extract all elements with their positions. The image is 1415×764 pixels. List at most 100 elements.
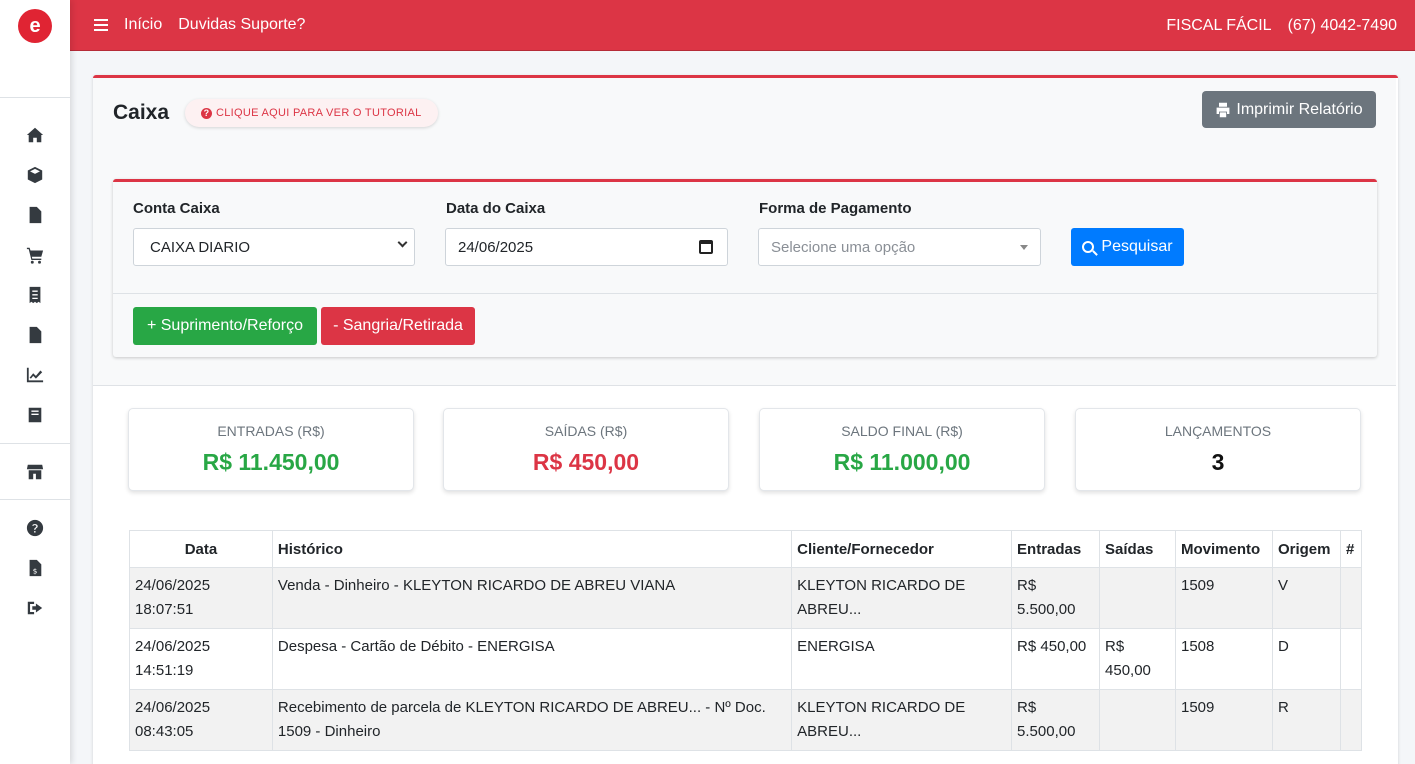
cell-time: 14:51:19 bbox=[135, 662, 194, 679]
cell-saidas-line1: R$ bbox=[1105, 638, 1125, 655]
search-icon bbox=[1082, 241, 1095, 253]
menu-toggle-icon[interactable] bbox=[94, 19, 108, 31]
stat-value: R$ 11.450,00 bbox=[202, 449, 340, 475]
sidebar-item-invoices[interactable] bbox=[0, 315, 70, 355]
conta-caixa-value: CAIXA DIARIO bbox=[150, 238, 251, 256]
book-icon bbox=[28, 407, 42, 423]
filter-divider bbox=[113, 293, 1377, 294]
stat-label: ENTRADAS (R$) bbox=[217, 423, 325, 439]
store-icon bbox=[26, 464, 44, 480]
conta-caixa-label: Conta Caixa bbox=[133, 200, 220, 217]
cell-cliente: KLEYTON RICARDO DE ABREU... bbox=[791, 567, 1013, 629]
cell-origem: D bbox=[1271, 628, 1341, 690]
data-caixa-input[interactable]: 24/06/2025 bbox=[445, 228, 728, 266]
sidebar-item-billing[interactable]: $ bbox=[0, 548, 70, 588]
print-report-button[interactable]: Imprimir Relatório bbox=[1202, 91, 1376, 128]
tutorial-label: CLIQUE AQUI PARA VER O TUTORIAL bbox=[216, 107, 422, 119]
forma-pagamento-select[interactable]: Selecione uma opção bbox=[758, 228, 1041, 266]
cell-date: 24/06/2025 bbox=[135, 577, 211, 594]
stat-label: SALDO FINAL (R$) bbox=[841, 423, 963, 439]
suprimento-button[interactable]: + Suprimento/Reforço bbox=[133, 307, 317, 345]
cell-entradas: R$ 5.500,00 bbox=[1011, 689, 1101, 751]
receipt-icon bbox=[29, 286, 41, 304]
column-header-cliente[interactable]: Cliente/Fornecedor bbox=[791, 530, 1013, 568]
search-button[interactable]: Pesquisar bbox=[1071, 228, 1184, 266]
table-header-row: Data Histórico Cliente/Fornecedor Entrad… bbox=[129, 530, 1363, 568]
cell-historico-line1: Recebimento de parcela de KLEYTON RICARD… bbox=[277, 699, 766, 716]
cart-icon bbox=[26, 247, 44, 264]
sidebar-item-books[interactable] bbox=[0, 395, 70, 435]
column-header-movimento[interactable]: Movimento bbox=[1174, 530, 1273, 568]
table-row[interactable]: 24/06/2025 14:51:19 Despesa - Cartão de D… bbox=[129, 628, 1363, 690]
conta-caixa-select[interactable]: CAIXA DIARIO bbox=[133, 228, 415, 266]
print-icon bbox=[1216, 102, 1230, 117]
cell-movimento: 1508 bbox=[1174, 628, 1273, 690]
document-icon bbox=[29, 326, 42, 344]
cell-actions bbox=[1339, 567, 1363, 629]
column-header-actions: # bbox=[1339, 530, 1363, 568]
column-header-origem[interactable]: Origem bbox=[1271, 530, 1341, 568]
stat-label: SAÍDAS (R$) bbox=[544, 423, 628, 439]
column-header-historico[interactable]: Histórico bbox=[271, 530, 793, 568]
nav-link-inicio[interactable]: Início bbox=[124, 16, 162, 34]
sidebar-item-store[interactable] bbox=[0, 452, 70, 492]
sidebar: e $ bbox=[0, 0, 70, 764]
cell-saidas bbox=[1099, 689, 1176, 751]
cell-historico-line1: Venda - Dinheiro - KLEYTON RICARDO DE AB… bbox=[277, 577, 676, 594]
calendar-icon[interactable] bbox=[699, 240, 713, 254]
sidebar-item-home[interactable] bbox=[0, 115, 70, 155]
cell-origem: R bbox=[1271, 689, 1341, 751]
cell-origem: V bbox=[1271, 567, 1341, 629]
support-phone: (67) 4042-7490 bbox=[1287, 16, 1397, 34]
sidebar-item-sales[interactable] bbox=[0, 235, 70, 275]
sidebar-item-help[interactable] bbox=[0, 508, 70, 548]
column-header-entradas[interactable]: Entradas bbox=[1011, 530, 1101, 568]
stat-card-entradas: ENTRADAS (R$) R$ 11.450,00 bbox=[128, 408, 414, 491]
cell-data: 24/06/2025 08:43:05 bbox=[129, 689, 273, 751]
forma-pagamento-label: Forma de Pagamento bbox=[759, 200, 912, 217]
cell-date: 24/06/2025 bbox=[135, 638, 211, 655]
app-logo[interactable]: e bbox=[0, 0, 70, 52]
home-icon bbox=[26, 127, 44, 143]
table-row[interactable]: 24/06/2025 08:43:05 Recebimento de parcel… bbox=[129, 689, 1363, 751]
cell-saidas bbox=[1099, 567, 1176, 629]
cell-historico: Recebimento de parcela de KLEYTON RICARD… bbox=[271, 689, 793, 751]
sidebar-item-receipts[interactable] bbox=[0, 275, 70, 315]
sidebar-item-products[interactable] bbox=[0, 155, 70, 195]
search-label: Pesquisar bbox=[1101, 238, 1173, 255]
chevron-down-icon bbox=[397, 237, 408, 248]
stat-value: R$ 450,00 bbox=[532, 449, 640, 475]
page-title: Caixa bbox=[113, 101, 170, 124]
top-navbar: Início Duvidas Suporte? FISCAL FÁCIL (67… bbox=[70, 0, 1415, 51]
sidebar-item-documents[interactable] bbox=[0, 195, 70, 235]
table-row[interactable]: 24/06/2025 18:07:51 Venda - Dinheiro - KL… bbox=[129, 567, 1363, 629]
data-caixa-label: Data do Caixa bbox=[446, 200, 546, 217]
question-circle-icon: ? bbox=[201, 107, 212, 119]
cell-entradas: R$ 450,00 bbox=[1011, 628, 1101, 690]
cell-cliente-line2: ABREU... bbox=[797, 723, 862, 740]
cell-historico: Venda - Dinheiro - KLEYTON RICARDO DE AB… bbox=[271, 567, 793, 629]
data-caixa-value: 24/06/2025 bbox=[458, 238, 534, 256]
invoice-icon: $ bbox=[29, 559, 42, 577]
caixa-table: Data Histórico Cliente/Fornecedor Entrad… bbox=[129, 530, 1363, 751]
svg-text:$: $ bbox=[33, 566, 38, 575]
sidebar-item-logout[interactable] bbox=[0, 588, 70, 628]
cell-date: 24/06/2025 bbox=[135, 699, 211, 716]
forma-pagamento-placeholder: Selecione uma opção bbox=[771, 238, 916, 256]
stat-value: R$ 11.000,00 bbox=[833, 449, 971, 475]
cell-entradas-line1: R$ 450,00 bbox=[1017, 638, 1087, 655]
cell-cliente: ENERGISA bbox=[791, 628, 1013, 690]
sangria-button[interactable]: - Sangria/Retirada bbox=[321, 307, 475, 345]
tutorial-button[interactable]: ? CLIQUE AQUI PARA VER O TUTORIAL bbox=[185, 99, 438, 127]
column-header-data[interactable]: Data bbox=[129, 530, 273, 568]
column-header-saidas[interactable]: Saídas bbox=[1099, 530, 1176, 568]
sidebar-item-reports[interactable] bbox=[0, 355, 70, 395]
cell-saidas: R$ 450,00 bbox=[1099, 628, 1176, 690]
stat-card-lancamentos: LANÇAMENTOS 3 bbox=[1075, 408, 1361, 491]
nav-link-suporte[interactable]: Duvidas Suporte? bbox=[178, 16, 305, 34]
cell-movimento: 1509 bbox=[1174, 567, 1273, 629]
stat-label: LANÇAMENTOS bbox=[1164, 423, 1272, 439]
cell-cliente-line1: ENERGISA bbox=[797, 638, 875, 655]
cell-entradas-line1: R$ bbox=[1017, 699, 1037, 716]
cell-actions bbox=[1339, 689, 1363, 751]
